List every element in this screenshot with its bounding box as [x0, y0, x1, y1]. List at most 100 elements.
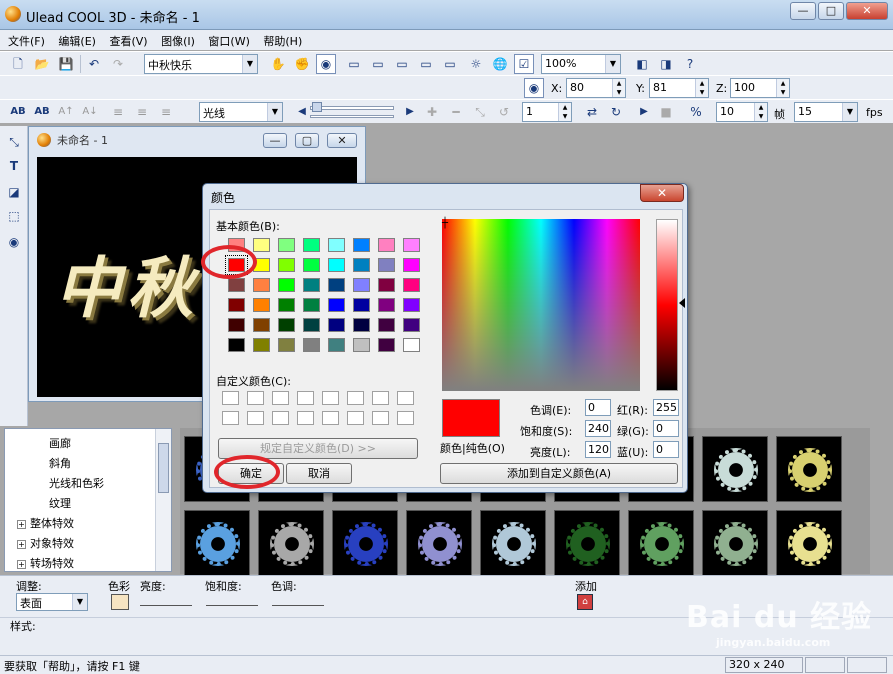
undo-icon[interactable]: ↶ — [84, 54, 104, 74]
tree-item-bevel[interactable]: 斜角 — [49, 455, 71, 471]
basic-color-swatch[interactable] — [353, 298, 370, 312]
hue-slider[interactable] — [272, 598, 324, 606]
menu-edit[interactable]: 编辑(E) — [53, 30, 101, 52]
custom-color-swatch[interactable] — [347, 411, 364, 425]
menu-view[interactable]: 查看(V) — [104, 30, 152, 52]
gallery-thumbnail[interactable] — [554, 510, 620, 576]
menu-help[interactable]: 帮助(H) — [258, 30, 307, 52]
cancel-button[interactable]: 取消 — [286, 463, 352, 484]
gallery-thumbnail[interactable] — [776, 510, 842, 576]
gallery-thumbnail[interactable] — [776, 436, 842, 502]
basic-color-swatch[interactable] — [228, 338, 245, 352]
tree-item-transition-effects[interactable]: + 转场特效 — [17, 555, 74, 571]
basic-color-swatch[interactable] — [403, 338, 420, 352]
custom-color-swatch[interactable] — [272, 411, 289, 425]
gallery-thumbnail[interactable] — [702, 436, 768, 502]
basic-color-swatch[interactable] — [353, 318, 370, 332]
y-coordinate-input[interactable]: 81 ▲ ▼ — [649, 78, 709, 98]
doc-close-button[interactable]: ✕ — [327, 133, 357, 148]
basic-color-swatch[interactable] — [378, 258, 395, 272]
align-left-icon[interactable]: ≡ — [108, 102, 128, 122]
align-right-icon[interactable]: ≡ — [156, 102, 176, 122]
custom-color-swatch[interactable] — [297, 391, 314, 405]
basic-color-swatch[interactable] — [353, 238, 370, 252]
tree-item-object-effects[interactable]: + 对象特效 — [17, 535, 74, 551]
basic-color-swatch[interactable] — [328, 298, 345, 312]
object-manager-icon[interactable]: ◉ — [4, 232, 24, 252]
gallery-thumbnail[interactable] — [628, 510, 694, 576]
swap-icon[interactable]: ⇄ — [582, 102, 602, 122]
hue-input[interactable]: 0 — [585, 399, 611, 416]
custom-color-swatch[interactable] — [247, 411, 264, 425]
spin-arrows-icon[interactable]: ▲ ▼ — [754, 103, 767, 121]
basic-color-swatch[interactable] — [328, 258, 345, 272]
basic-color-swatch[interactable] — [403, 258, 420, 272]
basic-color-swatch[interactable] — [328, 278, 345, 292]
tree-item-global-effects[interactable]: + 整体特效 — [17, 515, 74, 531]
keyframe-track[interactable] — [310, 115, 394, 118]
help-pointer-icon[interactable]: ? — [680, 54, 700, 74]
gallery-thumbnail[interactable] — [184, 510, 250, 576]
gallery-thumbnail[interactable] — [702, 510, 768, 576]
minimize-button[interactable]: — — [790, 2, 816, 20]
tree-item-gallery[interactable]: 画廊 — [49, 435, 71, 451]
gallery-thumbnail[interactable] — [406, 510, 472, 576]
gallery-thumbnail[interactable] — [258, 510, 324, 576]
basic-color-swatch[interactable] — [228, 298, 245, 312]
doc-restore-button[interactable]: ▢ — [295, 133, 319, 148]
text-style-icon-1[interactable]: AB — [8, 102, 28, 122]
basic-color-swatch[interactable] — [403, 238, 420, 252]
add-home-icon[interactable]: ⌂ — [577, 594, 593, 610]
first-frame-icon[interactable]: ◀ — [292, 102, 312, 122]
basic-color-swatch[interactable] — [303, 258, 320, 272]
open-folder-icon[interactable]: 📂 — [32, 54, 52, 74]
basic-color-swatch[interactable] — [378, 338, 395, 352]
custom-color-swatch[interactable] — [322, 391, 339, 405]
basic-color-swatch[interactable] — [403, 278, 420, 292]
timeline-thumb[interactable] — [312, 102, 322, 112]
reverse-keyframe-icon[interactable]: ⤡ — [470, 102, 490, 122]
resize-tool-icon[interactable]: ⤡ — [4, 132, 24, 152]
basic-color-swatch[interactable] — [278, 298, 295, 312]
timeline-slider[interactable] — [310, 106, 394, 110]
basic-color-swatch[interactable] — [228, 278, 245, 292]
custom-color-swatch[interactable] — [397, 391, 414, 405]
stop-icon[interactable]: ■ — [656, 102, 676, 122]
save-icon[interactable]: 💾 — [56, 54, 76, 74]
spin-arrows-icon[interactable]: ▲ ▼ — [558, 103, 571, 121]
play-icon[interactable]: ▶ — [634, 102, 654, 122]
3d-title-text[interactable]: 中秋 — [55, 235, 199, 331]
check-icon[interactable]: ☑ — [514, 54, 534, 74]
spin-arrows-icon[interactable]: ▲ ▼ — [695, 79, 708, 97]
gallery-thumbnail[interactable] — [480, 510, 546, 576]
basic-color-swatch[interactable] — [303, 298, 320, 312]
plugin-icon[interactable]: ◨ — [656, 54, 676, 74]
luminance-slider[interactable] — [656, 219, 678, 391]
basic-color-swatch[interactable] — [403, 318, 420, 332]
camera-view-icon-3[interactable]: ▭ — [392, 54, 412, 74]
basic-color-swatch[interactable] — [278, 278, 295, 292]
basic-color-swatch[interactable] — [328, 238, 345, 252]
luminance-pointer-icon[interactable] — [679, 298, 685, 308]
effect-select[interactable]: 光线 ▼ — [199, 102, 283, 122]
custom-color-swatch[interactable] — [372, 411, 389, 425]
basic-color-swatch[interactable] — [278, 258, 295, 272]
basic-color-swatch[interactable] — [353, 258, 370, 272]
target-icon[interactable]: ◉ — [316, 54, 336, 74]
expand-icon[interactable]: + — [17, 539, 26, 549]
basic-color-swatch[interactable] — [253, 298, 270, 312]
menu-window[interactable]: 窗口(W) — [203, 30, 254, 52]
redo-icon[interactable]: ↷ — [108, 54, 128, 74]
text-style-icon-2[interactable]: AB — [32, 102, 52, 122]
luminance-input[interactable]: 120 — [585, 441, 611, 458]
percent-icon[interactable]: % — [686, 102, 706, 122]
add-keyframe-icon[interactable]: ✚ — [422, 102, 442, 122]
zoom-select[interactable]: 100% ▼ — [541, 54, 621, 74]
text-size-up-icon[interactable]: A↑ — [56, 102, 76, 122]
last-frame-icon[interactable]: ▶ — [400, 102, 420, 122]
basic-color-swatch[interactable] — [278, 238, 295, 252]
globe-icon[interactable]: 🌐 — [490, 54, 510, 74]
basic-color-swatch[interactable] — [328, 338, 345, 352]
color-spectrum[interactable] — [442, 219, 640, 391]
custom-color-swatch[interactable] — [222, 391, 239, 405]
